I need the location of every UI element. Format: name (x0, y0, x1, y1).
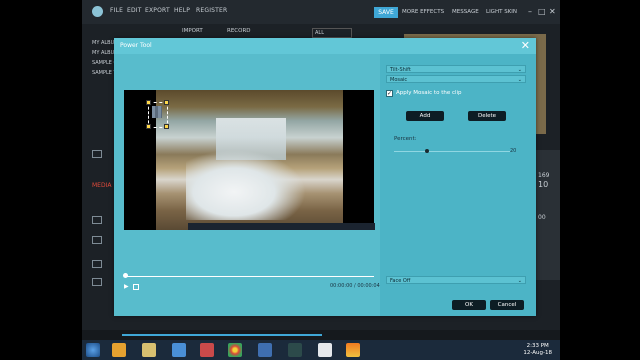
file-explorer-icon[interactable] (142, 343, 156, 357)
percent-value: 20 (510, 148, 517, 154)
clock-date: 12-Aug-18 (523, 350, 552, 356)
playback-progress[interactable] (124, 276, 374, 277)
timecode: 00:00:00 / 00:00:04 (330, 283, 380, 289)
menu-edit[interactable]: EDIT (127, 7, 142, 14)
system-clock: 2:33 PM 12-Aug-18 (523, 343, 552, 357)
power-tool-dialog: Power Tool ✕ ▶ 00:00:00 / 00:00:04 Tilt-… (114, 38, 536, 316)
more-effects-button[interactable]: MORE EFFECTS (402, 9, 444, 15)
folder-icon[interactable] (92, 150, 102, 158)
windows-taskbar: 2:33 PM 12-Aug-18 (82, 340, 560, 360)
video-preview[interactable] (124, 90, 375, 230)
media-tab-label[interactable]: MEDIA (92, 182, 111, 189)
paint-icon[interactable] (200, 343, 214, 357)
stream-highlight (186, 150, 306, 220)
percent-slider-knob[interactable] (425, 149, 429, 153)
menu-file[interactable]: FILE (110, 7, 123, 14)
music-icon[interactable] (92, 278, 102, 286)
top-menu-bar: FILE EDIT EXPORT HELP REGISTER SAVE MORE… (82, 0, 560, 24)
timeline[interactable] (82, 330, 560, 340)
chevron-down-icon: ⌄ (517, 278, 522, 284)
right-letterbox (560, 0, 640, 360)
effect-select-value: Mosaic (390, 77, 408, 83)
chevron-down-icon: ⌄ (517, 77, 522, 83)
percent-slider-track[interactable] (394, 151, 510, 152)
light-skin-button[interactable]: LIGHT SKIN (486, 9, 517, 15)
stop-icon[interactable] (133, 284, 139, 290)
window-close-icon[interactable]: ✕ (549, 7, 556, 16)
media-player-icon[interactable] (112, 343, 126, 357)
vlc-icon[interactable] (346, 343, 360, 357)
record-dropdown[interactable]: RECORD (227, 28, 251, 34)
mosaic-region (152, 106, 162, 118)
settings-panel: Tilt-Shift ⌄ Mosaic ⌄ ✓ Apply Mosaic to … (380, 54, 536, 316)
menu-help[interactable]: HELP (174, 7, 190, 14)
right-side-panel: 169 10 00 (534, 150, 560, 280)
menu-register[interactable]: REGISTER (196, 7, 227, 14)
dialog-close-icon[interactable]: ✕ (521, 39, 530, 52)
apply-mosaic-label: Apply Mosaic to the clip (396, 90, 462, 96)
tool-select[interactable]: Tilt-Shift ⌄ (386, 65, 526, 73)
network-icon[interactable] (258, 343, 272, 357)
chrome-icon[interactable] (228, 343, 242, 357)
app-logo-icon (92, 6, 103, 17)
message-button[interactable]: MESSAGE (452, 9, 479, 15)
tool-select-value: Tilt-Shift (390, 67, 411, 73)
start-icon[interactable] (86, 343, 100, 357)
side-value: 169 (538, 172, 550, 179)
resize-handle[interactable] (164, 124, 169, 129)
filter-select[interactable]: ALL (312, 28, 352, 38)
waterfall-image (156, 90, 375, 230)
timeline-track (122, 334, 322, 336)
add-button[interactable]: Add (406, 111, 444, 121)
side-value: 00 (538, 214, 546, 221)
apply-mosaic-checkbox[interactable]: ✓ (386, 90, 393, 97)
chevron-down-icon: ⌄ (517, 67, 522, 73)
ok-button[interactable]: OK (452, 300, 486, 310)
face-off-select-value: Face Off (390, 278, 411, 284)
clock-time: 2:33 PM (526, 343, 549, 349)
resize-handle[interactable] (146, 124, 151, 129)
embedded-taskbar (188, 223, 375, 230)
window-icon[interactable] (318, 343, 332, 357)
play-icon[interactable]: ▶ (124, 283, 129, 290)
resize-handle[interactable] (146, 100, 151, 105)
playhead[interactable] (123, 273, 128, 278)
side-value: 10 (538, 180, 549, 189)
filmora-icon[interactable] (288, 343, 302, 357)
effect-select[interactable]: Mosaic ⌄ (386, 75, 526, 83)
resize-handle[interactable] (164, 100, 169, 105)
minimize-icon[interactable]: – (528, 7, 532, 16)
percent-label: Percent: (394, 136, 417, 142)
preview-area: ▶ 00:00:00 / 00:00:04 (114, 54, 380, 316)
left-letterbox (0, 0, 82, 360)
import-dropdown[interactable]: IMPORT (182, 28, 203, 34)
dialog-title: Power Tool (120, 42, 152, 49)
transition-icon[interactable] (92, 236, 102, 244)
menu-export[interactable]: EXPORT (145, 7, 170, 14)
effects-icon[interactable] (92, 260, 102, 268)
browser-icon[interactable] (172, 343, 186, 357)
text-icon[interactable] (92, 216, 102, 224)
delete-button[interactable]: Delete (468, 111, 506, 121)
face-off-select[interactable]: Face Off ⌄ (386, 276, 526, 284)
maximize-icon[interactable]: □ (538, 7, 546, 16)
cancel-button[interactable]: Cancel (490, 300, 524, 310)
save-button[interactable]: SAVE (374, 7, 398, 18)
